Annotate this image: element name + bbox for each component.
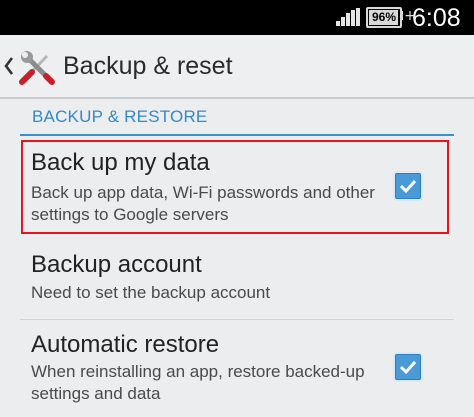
automatic-restore-checkbox[interactable] <box>395 354 421 380</box>
pref-automatic-restore[interactable]: Automatic restore When reinstalling an a… <box>0 320 474 417</box>
battery-cap <box>400 11 403 20</box>
back-up-data-checkbox[interactable] <box>395 173 421 199</box>
pref-title: Backup account <box>31 251 202 278</box>
pref-summary: Need to set the backup account <box>31 283 271 302</box>
back-chevron-icon <box>4 57 14 75</box>
battery-icon: 96% <box>366 7 402 28</box>
checkmark-icon <box>399 179 417 194</box>
pref-title: Automatic restore <box>31 331 220 358</box>
settings-tools-icon <box>19 51 55 85</box>
pref-summary: When reinstalling an app, restore backed… <box>31 362 365 403</box>
signal-icon <box>336 8 361 26</box>
checkmark-icon <box>399 360 417 375</box>
back-button[interactable] <box>0 35 62 97</box>
section-divider <box>20 134 454 136</box>
pref-backup-account[interactable]: Backup account Need to set the backup ac… <box>0 240 474 320</box>
status-bar: 96% + 6:08 <box>0 0 474 35</box>
pref-back-up-my-data[interactable]: Back up my data Back up app data, Wi-Fi … <box>0 140 474 234</box>
page-title: Backup & reset <box>63 52 233 80</box>
pref-summary: Back up app data, Wi-Fi passwords and ot… <box>31 183 375 224</box>
pref-title: Back up my data <box>31 149 210 176</box>
section-header: BACKUP & RESTORE <box>32 107 208 126</box>
action-bar: Backup & reset <box>0 35 474 99</box>
battery-percent: 96% <box>371 10 397 24</box>
status-time: 6:08 <box>412 4 461 32</box>
